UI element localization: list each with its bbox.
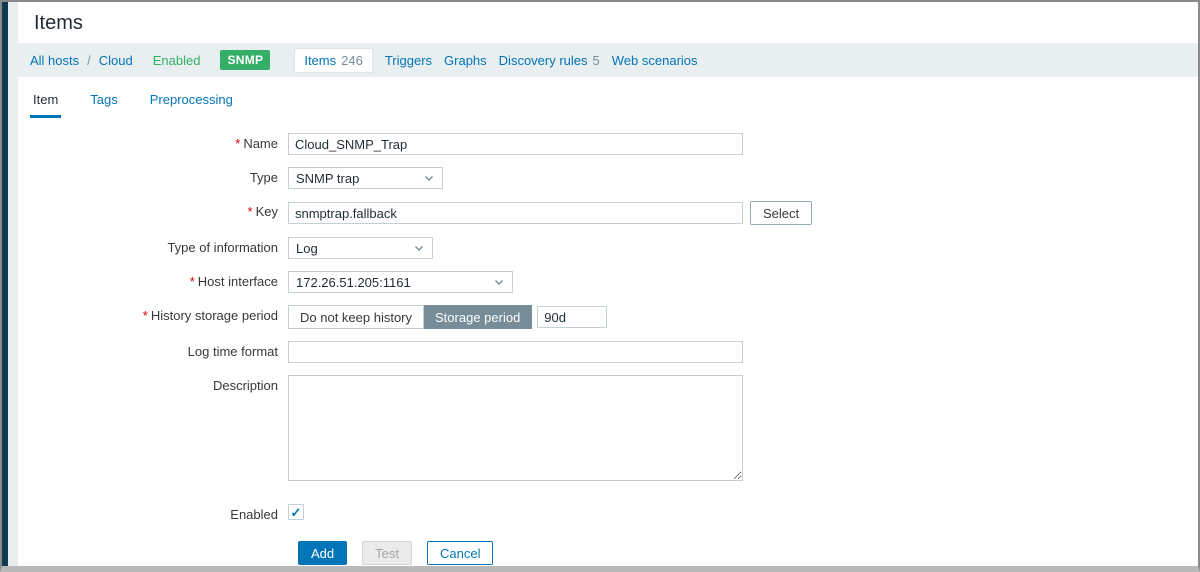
required-asterisk: *	[235, 136, 240, 151]
required-asterisk: *	[248, 204, 253, 219]
page-header: Items	[18, 2, 1198, 43]
breadcrumb: All hosts / Cloud Enabled SNMP Items 246…	[18, 43, 1198, 77]
tab-bar: Item Tags Preprocessing	[18, 83, 1198, 118]
page-title: Items	[34, 12, 1182, 35]
chevron-down-icon	[493, 276, 505, 288]
nav-discovery-rules-link[interactable]: Discovery rules	[499, 53, 588, 68]
type-label: Type	[18, 167, 288, 189]
form-footer: Add Test Cancel	[298, 541, 1198, 565]
history-mode-segmented: Do not keep history Storage period	[288, 305, 532, 329]
history-label: *History storage period	[18, 305, 288, 327]
log-time-format-input[interactable]	[288, 341, 743, 363]
history-period-input[interactable]	[537, 306, 607, 328]
history-do-not-keep-option[interactable]: Do not keep history	[288, 305, 424, 329]
nav-discovery-rules[interactable]: Discovery rules 5	[499, 53, 600, 68]
key-label: *Key	[18, 201, 288, 223]
nav-discovery-rules-count: 5	[593, 53, 600, 68]
nav-web-scenarios[interactable]: Web scenarios	[612, 53, 698, 68]
breadcrumb-separator: /	[87, 53, 91, 68]
chevron-down-icon	[413, 242, 425, 254]
app-window: Items All hosts / Cloud Enabled SNMP Ite…	[0, 0, 1200, 572]
name-label: *Name	[18, 133, 288, 155]
tab-item[interactable]: Item	[30, 83, 61, 118]
tab-preprocessing[interactable]: Preprocessing	[147, 83, 236, 118]
description-label: Description	[18, 375, 288, 397]
item-form: *Name Type SNMP trap	[18, 133, 1198, 565]
info-type-select-value: Log	[296, 241, 318, 256]
host-status-label: Enabled	[153, 53, 201, 68]
info-type-row: Type of information Log	[18, 237, 1198, 259]
history-storage-period-option[interactable]: Storage period	[424, 305, 532, 329]
nav-web-scenarios-link[interactable]: Web scenarios	[612, 53, 698, 68]
info-type-label: Type of information	[18, 237, 288, 259]
description-textarea[interactable]	[288, 375, 743, 481]
name-row: *Name	[18, 133, 1198, 155]
history-row: *History storage period Do not keep hist…	[18, 305, 1198, 329]
nav-graphs-link[interactable]: Graphs	[444, 53, 487, 68]
breadcrumb-all-hosts-link[interactable]: All hosts	[30, 53, 79, 68]
info-type-select[interactable]: Log	[288, 237, 433, 259]
enabled-label: Enabled	[18, 504, 288, 526]
nav-items-current[interactable]: Items 246	[294, 48, 373, 73]
nav-triggers-link[interactable]: Triggers	[385, 53, 432, 68]
breadcrumb-host-link[interactable]: Cloud	[99, 53, 133, 68]
required-asterisk: *	[190, 274, 195, 289]
nav-items-link[interactable]: Items	[304, 53, 336, 68]
host-interface-row: *Host interface 172.26.51.205:1161	[18, 271, 1198, 293]
key-row: *Key Select	[18, 201, 1198, 225]
host-interface-select-value: 172.26.51.205:1161	[296, 275, 411, 290]
type-row: Type SNMP trap	[18, 167, 1198, 189]
log-time-format-row: Log time format	[18, 341, 1198, 363]
name-input[interactable]	[288, 133, 743, 155]
tab-tags[interactable]: Tags	[87, 83, 120, 118]
nav-triggers[interactable]: Triggers	[385, 53, 432, 68]
type-select-value: SNMP trap	[296, 171, 359, 186]
host-interface-select[interactable]: 172.26.51.205:1161	[288, 271, 513, 293]
description-row: Description	[18, 375, 1198, 481]
add-button[interactable]: Add	[298, 541, 347, 565]
enabled-checkbox[interactable]: ✓	[288, 504, 304, 520]
page-content: Items All hosts / Cloud Enabled SNMP Ite…	[18, 2, 1198, 566]
host-interface-label: *Host interface	[18, 271, 288, 293]
host-nav: Items 246 Triggers Graphs Discovery rule…	[286, 48, 697, 73]
key-input[interactable]	[288, 202, 743, 224]
log-time-format-label: Log time format	[18, 341, 288, 363]
nav-graphs[interactable]: Graphs	[444, 53, 487, 68]
enabled-row: Enabled ✓	[18, 504, 1198, 526]
cancel-button[interactable]: Cancel	[427, 541, 493, 565]
chevron-down-icon	[423, 172, 435, 184]
test-button[interactable]: Test	[362, 541, 412, 565]
page-gutter	[8, 2, 18, 566]
check-icon: ✓	[291, 506, 302, 519]
key-select-button[interactable]: Select	[750, 201, 812, 225]
snmp-availability-badge: SNMP	[220, 50, 270, 70]
nav-items-count: 246	[341, 53, 363, 68]
required-asterisk: *	[143, 308, 148, 323]
type-select[interactable]: SNMP trap	[288, 167, 443, 189]
